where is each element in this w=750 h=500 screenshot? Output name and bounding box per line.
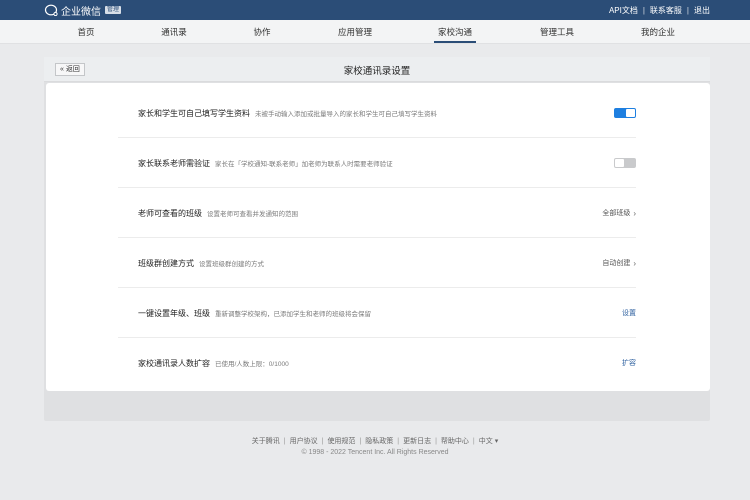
setting-description: 设置老师可查看并发通知的范围 <box>207 211 298 218</box>
footer-link-about[interactable]: 关于腾讯 <box>252 438 280 445</box>
setting-row-verify: 家长联系老师需验证 家长在「学校通知-联系老师」加老师为联系人时需要老师验证 <box>118 138 636 188</box>
separator: | <box>435 438 437 445</box>
panel-header: « 返回 家校通讯录设置 <box>44 57 710 82</box>
separator: | <box>472 438 475 445</box>
group-creation-select[interactable]: 自动创建 › <box>602 258 636 268</box>
self-fill-toggle[interactable] <box>614 108 636 118</box>
verify-toggle[interactable] <box>614 158 636 168</box>
visible-classes-select[interactable]: 全部班级 › <box>602 208 636 218</box>
separator: | <box>397 438 400 445</box>
logo-badge: 管理 <box>105 6 122 14</box>
footer-link-privacy[interactable]: 隐私政策 <box>365 438 393 445</box>
setting-row-capacity: 家校通讯录人数扩容 已使用/人数上限：0/1000 扩容 <box>118 338 636 388</box>
nav-my-company[interactable]: 我的企业 <box>641 20 675 44</box>
setting-title: 家长联系老师需验证 <box>138 158 210 168</box>
settings-card: 家长和学生可自己填写学生资料 未被手动输入添加或批量导入的家长和学生可自己填写学… <box>46 83 710 391</box>
logo-text: 企业微信 <box>61 6 101 18</box>
footer-links: 关于腾讯 | 用户协议 | 使用规范 | 隐私政策 | 更新日志 | 帮助中心 | 中文 ▾ <box>0 436 750 446</box>
separator: | <box>359 438 362 445</box>
setting-description: 未被手动输入添加或批量导入的家长和学生可自己填写学生资料 <box>255 111 437 118</box>
footer-link-terms[interactable]: 用户协议 <box>290 438 318 445</box>
page-title: 家校通讯录设置 <box>343 66 411 77</box>
chevron-right-icon: › <box>633 208 636 218</box>
setting-row-grade-setup: 一键设置年级、班级 重新调整学校架构，已添加学生和老师的班级将会保留 设置 <box>118 288 636 338</box>
setting-title: 班级群创建方式 <box>138 258 194 268</box>
nav-app-management[interactable]: 应用管理 <box>338 20 372 44</box>
select-value: 自动创建 <box>602 260 631 267</box>
setting-description: 设置班级群创建的方式 <box>199 261 264 268</box>
expand-capacity-link[interactable]: 扩容 <box>622 358 636 368</box>
toggle-knob <box>615 159 624 167</box>
nav-home[interactable]: 首页 <box>77 20 94 44</box>
setting-description: 家长在「学校通知-联系老师」加老师为联系人时需要老师验证 <box>215 161 393 168</box>
setting-title: 一键设置年级、班级 <box>138 308 210 318</box>
separator: | <box>283 438 286 445</box>
footer-link-changelog[interactable]: 更新日志 <box>403 438 431 445</box>
setting-title: 家校通讯录人数扩容 <box>138 358 210 368</box>
main-nav: 首页 通讯录 协作 应用管理 家校沟通 管理工具 我的企业 <box>0 20 750 44</box>
chat-bubble-icon <box>44 4 58 16</box>
contact-support-link[interactable]: 联系客服 <box>650 5 682 16</box>
separator: | <box>642 5 645 15</box>
nav-contacts[interactable]: 通讯录 <box>161 20 187 44</box>
footer-link-help[interactable]: 帮助中心 <box>441 438 469 445</box>
nav-admin-tools[interactable]: 管理工具 <box>540 20 574 44</box>
chevron-right-icon: › <box>633 258 636 268</box>
setting-row-group-creation: 班级群创建方式 设置班级群创建的方式 自动创建 › <box>118 238 636 288</box>
nav-home-school[interactable]: 家校沟通 <box>433 20 477 44</box>
logout-link[interactable]: 退出 <box>694 5 710 16</box>
language-select[interactable]: 中文 ▾ <box>479 438 498 445</box>
grade-setup-link[interactable]: 设置 <box>622 308 636 318</box>
nav-collaboration[interactable]: 协作 <box>253 20 270 44</box>
top-links: API文档 | 联系客服 | 退出 <box>609 4 710 16</box>
logo[interactable]: 企业微信 管理 <box>44 3 122 18</box>
toggle-knob <box>626 109 635 117</box>
setting-description: 重新调整学校架构，已添加学生和老师的班级将会保留 <box>215 311 371 318</box>
setting-title: 家长和学生可自己填写学生资料 <box>138 108 250 118</box>
separator: | <box>321 438 324 445</box>
copyright: © 1998 - 2022 Tencent Inc. All Rights Re… <box>301 449 449 456</box>
select-value: 全部班级 <box>602 210 631 217</box>
setting-description: 已使用/人数上限：0/1000 <box>215 361 289 368</box>
footer-link-usage-rules[interactable]: 使用规范 <box>327 438 355 445</box>
setting-title: 老师可查看的班级 <box>138 208 202 218</box>
setting-row-visible-classes: 老师可查看的班级 设置老师可查看并发通知的范围 全部班级 › <box>118 188 636 238</box>
api-docs-link[interactable]: API文档 <box>609 5 638 16</box>
setting-row-self-fill: 家长和学生可自己填写学生资料 未被手动输入添加或批量导入的家长和学生可自己填写学… <box>118 88 636 138</box>
top-bar: 企业微信 管理 API文档 | 联系客服 | 退出 <box>0 0 750 20</box>
separator: | <box>686 5 689 15</box>
